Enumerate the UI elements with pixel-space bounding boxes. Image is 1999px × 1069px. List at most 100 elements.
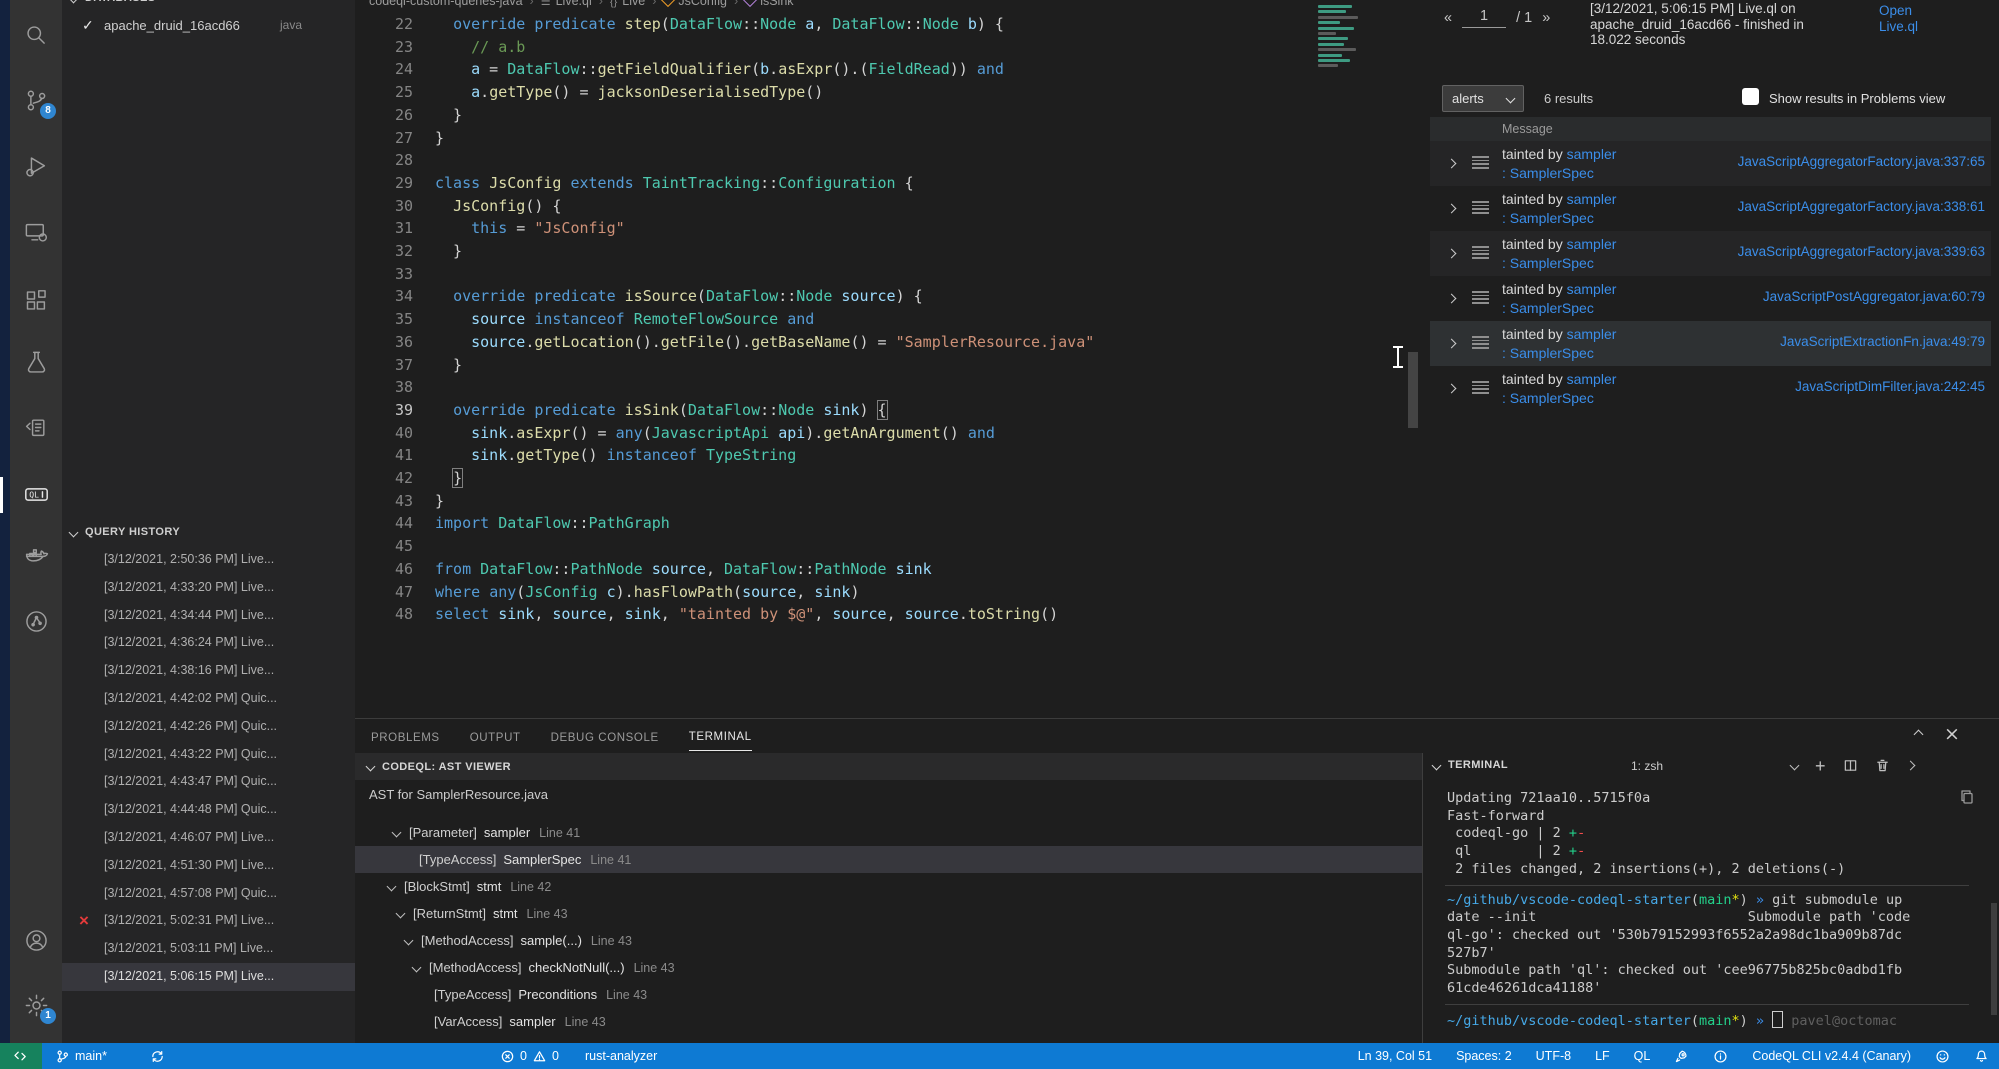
result-message-link[interactable]: sampler (1567, 281, 1617, 297)
pager-prev-button[interactable]: « (1444, 10, 1452, 26)
result-message-link[interactable]: sampler (1567, 191, 1617, 207)
result-location-link[interactable]: JavaScriptAggregatorFactory.java:339:63 (1738, 244, 1985, 259)
run-debug-icon[interactable] (23, 153, 50, 180)
query-history-item[interactable]: [3/12/2021, 4:51:30 PM] Live... (62, 852, 355, 880)
expand-chevron-icon[interactable] (1447, 294, 1457, 304)
breadcrumb-item[interactable]: {}Live (610, 0, 645, 8)
query-history-item[interactable]: [3/12/2021, 4:44:48 PM] Quic... (62, 796, 355, 824)
result-location-link[interactable]: JavaScriptExtractionFn.java:49:79 (1780, 334, 1985, 349)
result-row[interactable]: tainted by sampler: SamplerSpecJavaScrip… (1430, 321, 1991, 366)
ast-node[interactable]: [TypeAccess]SamplerSpecLine 41 (355, 846, 1422, 873)
result-message-link[interactable]: sampler (1567, 146, 1617, 162)
result-location-link[interactable]: JavaScriptAggregatorFactory.java:338:61 (1738, 199, 1985, 214)
query-history-item[interactable]: [3/12/2021, 4:42:26 PM] Quic... (62, 713, 355, 741)
eol-status[interactable]: LF (1595, 1049, 1610, 1063)
query-history-item[interactable]: ×[3/12/2021, 5:02:31 PM] Live... (62, 907, 355, 935)
language-mode-status[interactable]: QL (1634, 1049, 1651, 1063)
account-icon[interactable] (23, 927, 50, 954)
result-message-link[interactable]: sampler (1567, 236, 1617, 252)
query-history-item[interactable]: [3/12/2021, 4:46:07 PM] Live... (62, 824, 355, 852)
result-message-link[interactable]: sampler (1567, 326, 1617, 342)
query-history-item[interactable]: [3/12/2021, 2:50:36 PM] Live... (62, 546, 355, 574)
pager-page-input[interactable]: 1 (1462, 8, 1506, 28)
pager-next-button[interactable]: » (1542, 10, 1550, 26)
terminal-title[interactable]: TERMINAL (1433, 759, 1508, 771)
open-query-link[interactable]: Open Live.ql (1879, 3, 1918, 35)
query-history-item[interactable]: [3/12/2021, 4:57:08 PM] Quic... (62, 880, 355, 908)
extensions-icon[interactable] (23, 287, 50, 314)
ast-node[interactable]: [VarAccess]samplerLine 43 (355, 1008, 1422, 1035)
commit-graph-icon[interactable] (23, 608, 50, 635)
info-icon[interactable] (1713, 1049, 1728, 1064)
expand-chevron-icon[interactable] (1447, 249, 1457, 259)
terminal-scrollbar[interactable] (1991, 903, 1997, 1015)
database-item[interactable]: ✓ apache_druid_16acd66 java (62, 12, 355, 39)
expand-chevron-icon[interactable] (1447, 159, 1457, 169)
ast-node[interactable]: [Parameter]samplerLine 41 (355, 819, 1422, 846)
ast-node[interactable]: [MethodAccess]checkNotNull(...)Line 43 (355, 954, 1422, 981)
indentation-status[interactable]: Spaces: 2 (1456, 1049, 1512, 1063)
panel-tab-terminal[interactable]: TERMINAL (689, 721, 752, 751)
remote-explorer-icon[interactable] (23, 219, 50, 246)
result-row[interactable]: tainted by sampler: SamplerSpecJavaScrip… (1430, 276, 1991, 321)
problems-status[interactable]: 0 0 (500, 1043, 559, 1069)
kill-terminal-icon[interactable] (1875, 758, 1890, 773)
remote-indicator[interactable] (0, 1043, 42, 1069)
query-history-item[interactable]: [3/12/2021, 4:34:44 PM] Live... (62, 602, 355, 630)
encoding-status[interactable]: UTF-8 (1536, 1049, 1571, 1063)
feedback-icon[interactable] (1935, 1049, 1950, 1064)
result-location-link[interactable]: JavaScriptPostAggregator.java:60:79 (1763, 289, 1985, 304)
panel-tab-output[interactable]: OUTPUT (470, 722, 521, 751)
result-location-link[interactable]: JavaScriptAggregatorFactory.java:337:65 (1738, 154, 1985, 169)
problems-view-checkbox[interactable] (1742, 88, 1759, 105)
breadcrumb-item[interactable]: ☰Live.ql (541, 0, 592, 8)
query-history-item[interactable]: [3/12/2021, 4:36:24 PM] Live... (62, 629, 355, 657)
results-kind-dropdown[interactable]: alerts (1442, 85, 1524, 112)
editor-scrollbar[interactable] (1408, 352, 1418, 428)
branch-status[interactable]: main* (55, 1043, 107, 1069)
query-history-item[interactable]: [3/12/2021, 4:43:22 PM] Quic... (62, 741, 355, 769)
settings-gear-icon[interactable]: 1 (23, 992, 50, 1019)
panel-tab-debug-console[interactable]: DEBUG CONSOLE (551, 722, 659, 751)
copy-output-icon[interactable] (1959, 789, 1975, 805)
result-row[interactable]: tainted by sampler: SamplerSpecJavaScrip… (1430, 231, 1991, 276)
minimap[interactable] (1318, 5, 1362, 70)
split-terminal-icon[interactable] (1843, 758, 1858, 773)
query-history-item[interactable]: [3/12/2021, 4:42:02 PM] Quic... (62, 685, 355, 713)
databases-section-header-clipped[interactable]: DATABASES (62, 0, 355, 9)
rocket-icon[interactable] (1674, 1049, 1689, 1064)
query-history-section-header[interactable]: QUERY HISTORY (62, 519, 355, 545)
panel-tab-problems[interactable]: PROBLEMS (371, 722, 440, 751)
expand-chevron-icon[interactable] (1447, 204, 1457, 214)
code-editor[interactable]: codeql-custom-queries-java›☰Live.ql›{}Li… (355, 0, 1422, 718)
codeql-icon[interactable]: QL (23, 481, 50, 508)
terminal-dropdown-icon[interactable] (1790, 761, 1800, 771)
query-history-item[interactable]: [3/12/2021, 4:43:47 PM] Quic... (62, 768, 355, 796)
test-beaker-icon[interactable] (23, 349, 50, 376)
search-icon[interactable] (23, 22, 50, 49)
expand-chevron-icon[interactable] (1447, 384, 1457, 394)
query-history-item[interactable]: [3/12/2021, 5:06:15 PM] Live... (62, 963, 355, 991)
maximize-panel-icon[interactable] (1914, 730, 1924, 740)
ast-node[interactable]: [ReturnStmt]stmtLine 43 (355, 900, 1422, 927)
breadcrumb[interactable]: codeql-custom-queries-java›☰Live.ql›{}Li… (355, 0, 1422, 10)
ast-viewer-header[interactable]: CODEQL: AST VIEWER (355, 753, 1422, 780)
ast-node[interactable]: [BlockStmt]stmtLine 42 (355, 873, 1422, 900)
close-panel-icon[interactable]: × (1944, 725, 1960, 744)
breadcrumb-item[interactable]: codeql-custom-queries-java (369, 0, 523, 8)
ast-node[interactable]: [MethodAccess]sample(...)Line 43 (355, 927, 1422, 954)
bell-icon[interactable] (1974, 1049, 1989, 1064)
language-server-status[interactable]: rust-analyzer (585, 1043, 657, 1069)
ast-node[interactable]: [TypeAccess]PreconditionsLine 43 (355, 981, 1422, 1008)
result-message-link[interactable]: sampler (1567, 371, 1617, 387)
query-history-item[interactable]: [3/12/2021, 5:03:11 PM] Live... (62, 935, 355, 963)
sync-status[interactable] (150, 1043, 165, 1069)
result-location-link[interactable]: JavaScriptDimFilter.java:242:45 (1795, 379, 1985, 394)
codeql-cli-status[interactable]: CodeQL CLI v2.4.4 (Canary) (1752, 1049, 1911, 1063)
terminal-output[interactable]: Updating 721aa10..5715f0aFast-forward co… (1423, 780, 1999, 1030)
docker-icon[interactable] (23, 542, 50, 569)
result-row[interactable]: tainted by sampler: SamplerSpecJavaScrip… (1430, 186, 1991, 231)
codeql-query-results-icon[interactable] (23, 414, 50, 441)
more-actions-icon[interactable] (1905, 761, 1915, 771)
breadcrumb-item[interactable]: JsConfig (663, 0, 727, 8)
